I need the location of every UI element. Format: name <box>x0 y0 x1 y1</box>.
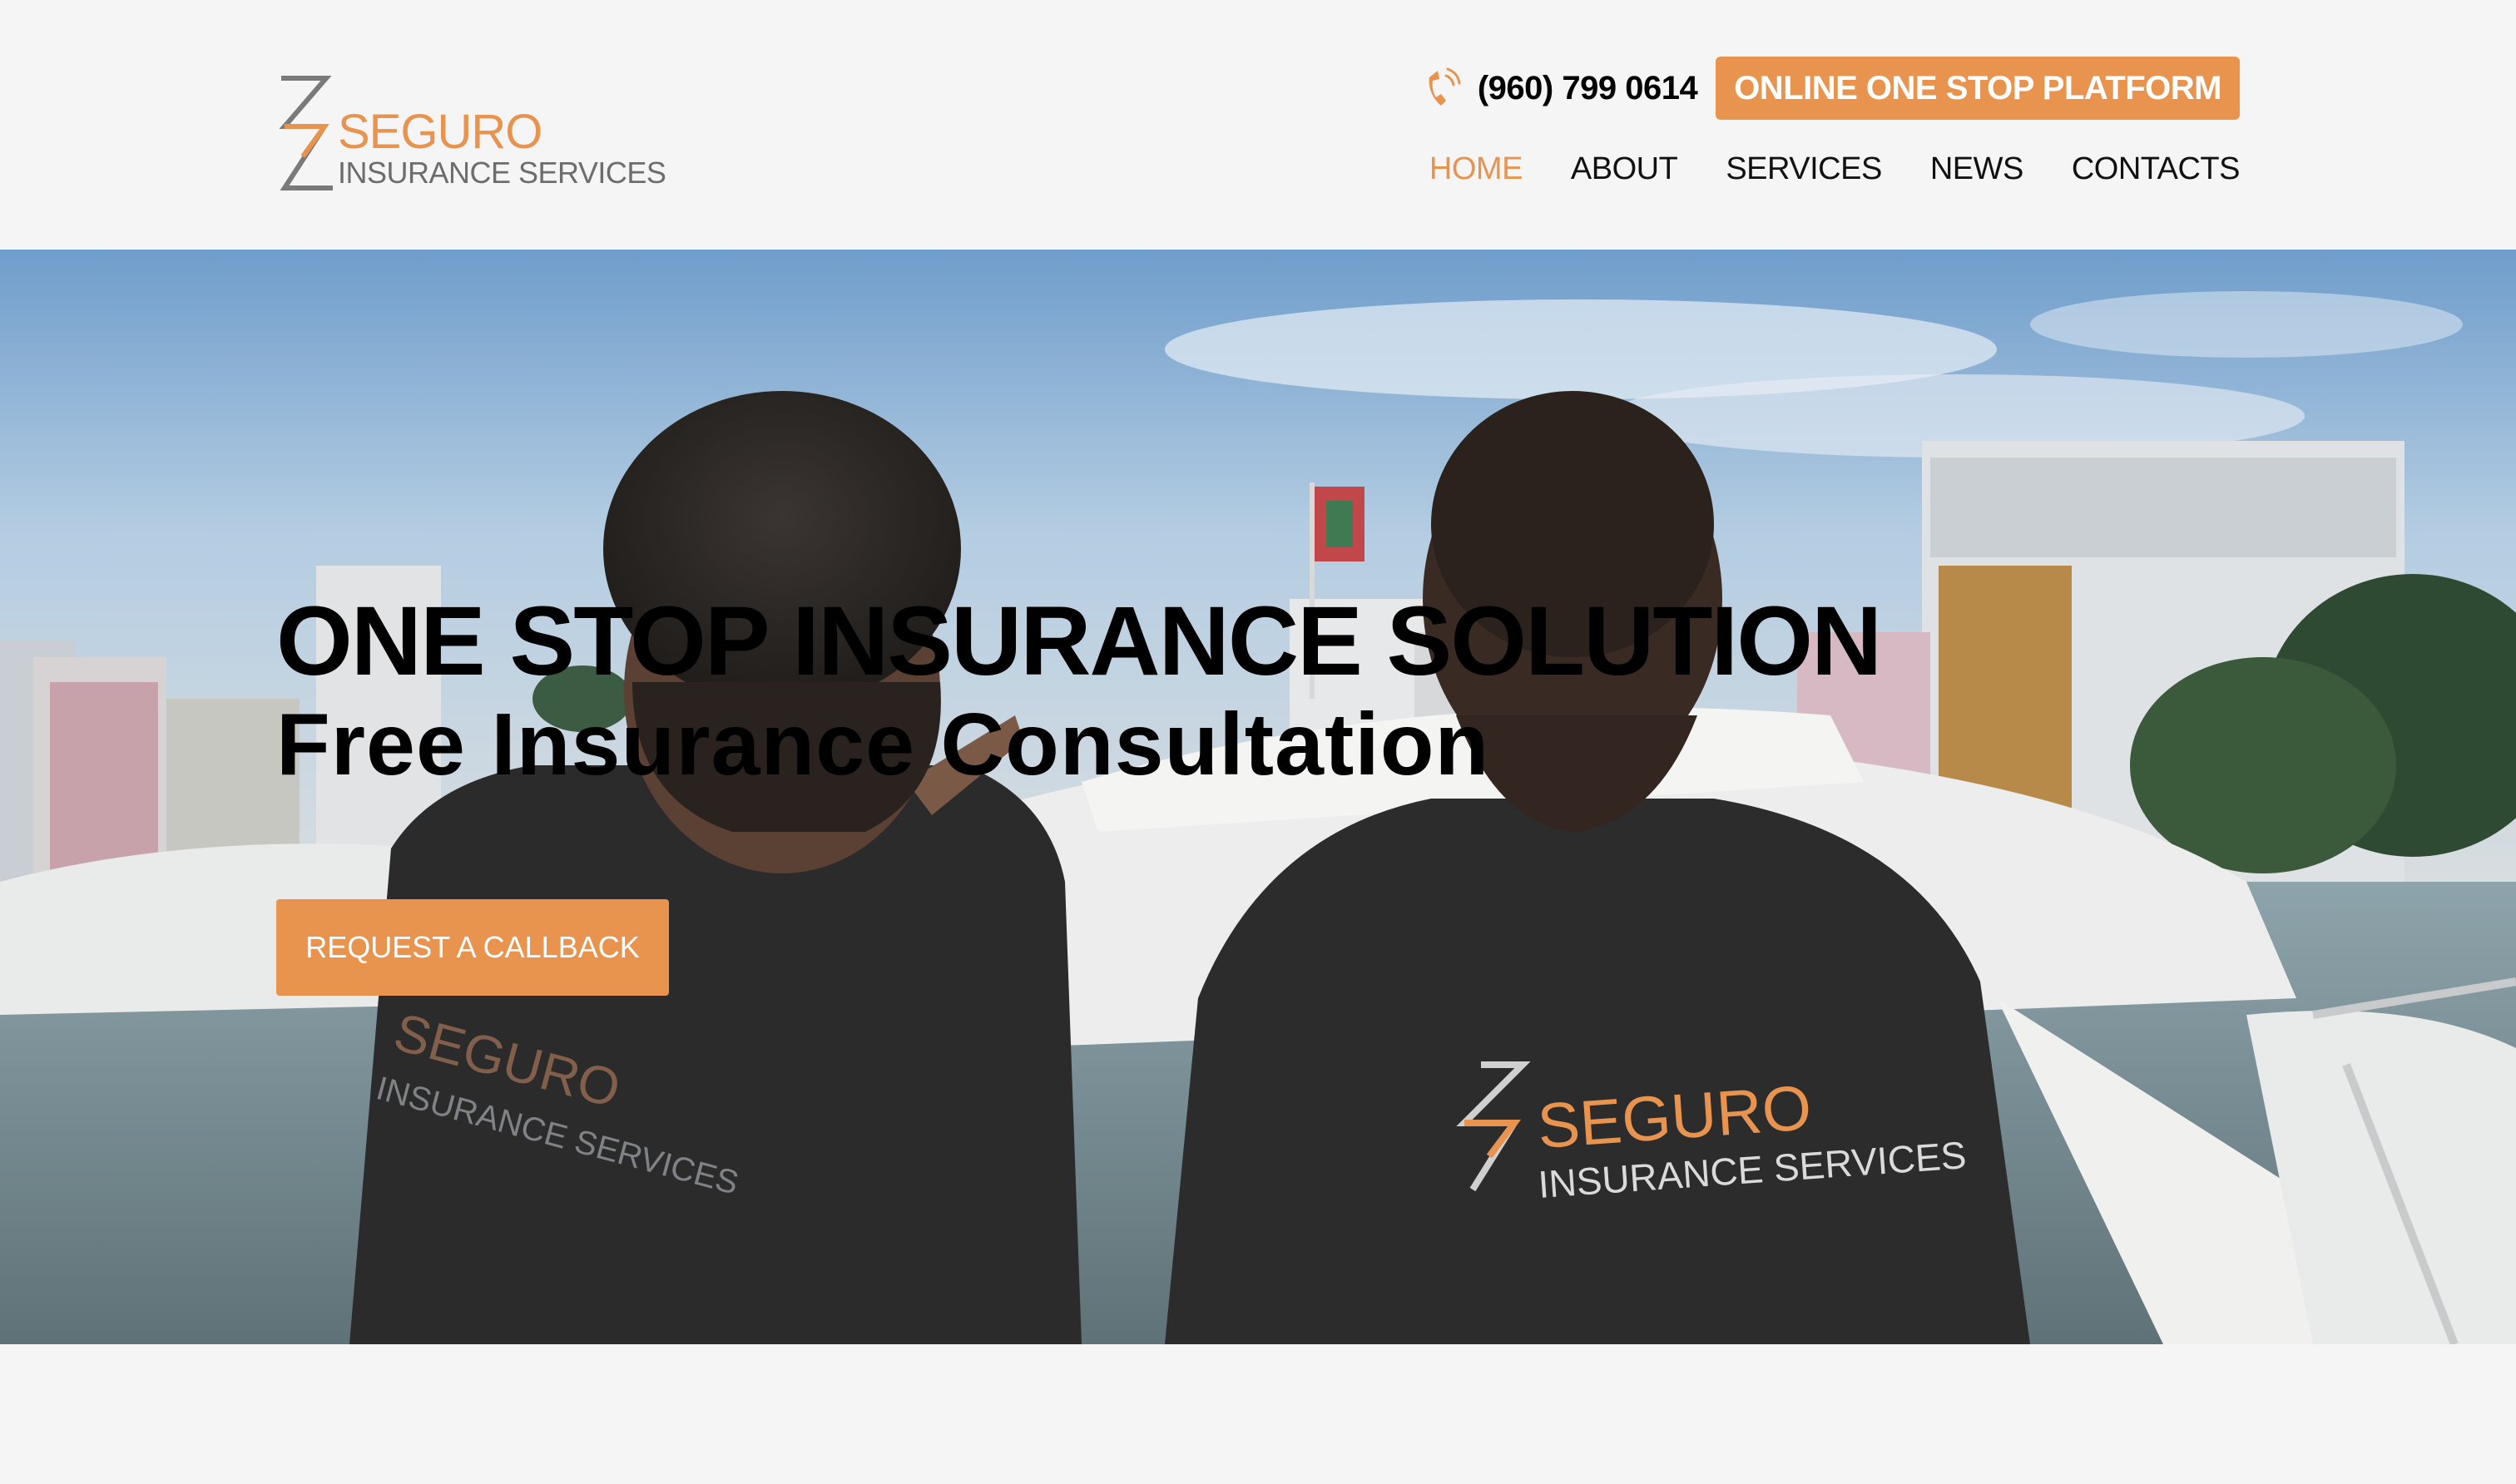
logo-tagline: INSURANCE SERVICES <box>338 156 666 190</box>
nav-item-contacts[interactable]: CONTACTS <box>2072 146 2241 191</box>
below-hero-area <box>0 1344 2516 1484</box>
seguro-s-logo-icon <box>279 76 333 190</box>
site-header: SEGURO INSURANCE SERVICES (960) 799 0614… <box>0 0 2516 250</box>
header-contact-row: (960) 799 0614 ONLINE ONE STOP PLATFORM <box>1424 57 2240 120</box>
hero-background-image: SEGURO INSURANCE SERVICES SEGURO INSURAN… <box>0 250 2516 1344</box>
nav-item-news[interactable]: NEWS <box>1930 146 2024 191</box>
main-navigation: HOME ABOUT SERVICES NEWS CONTACTS <box>1429 146 2241 191</box>
nav-item-about[interactable]: ABOUT <box>1571 146 1678 191</box>
logo-brand-name: SEGURO <box>338 105 542 159</box>
phone-icon <box>1429 67 1461 106</box>
site-logo[interactable]: SEGURO INSURANCE SERVICES <box>275 73 666 198</box>
request-callback-button[interactable]: REQUEST A CALLBACK <box>276 899 669 996</box>
phone-number-link[interactable]: (960) 799 0614 <box>1478 70 1698 107</box>
hero-title: ONE STOP INSURANCE SOLUTION <box>276 586 1882 696</box>
page: SEGURO INSURANCE SERVICES (960) 799 0614… <box>0 0 2516 1484</box>
nav-item-home[interactable]: HOME <box>1429 146 1523 191</box>
online-platform-button[interactable]: ONLINE ONE STOP PLATFORM <box>1716 57 2240 120</box>
nav-item-services[interactable]: SERVICES <box>1726 146 1882 191</box>
hero-subtitle: Free Insurance Consultation <box>276 695 1490 794</box>
hero-section: SEGURO INSURANCE SERVICES SEGURO INSURAN… <box>0 250 2516 1344</box>
